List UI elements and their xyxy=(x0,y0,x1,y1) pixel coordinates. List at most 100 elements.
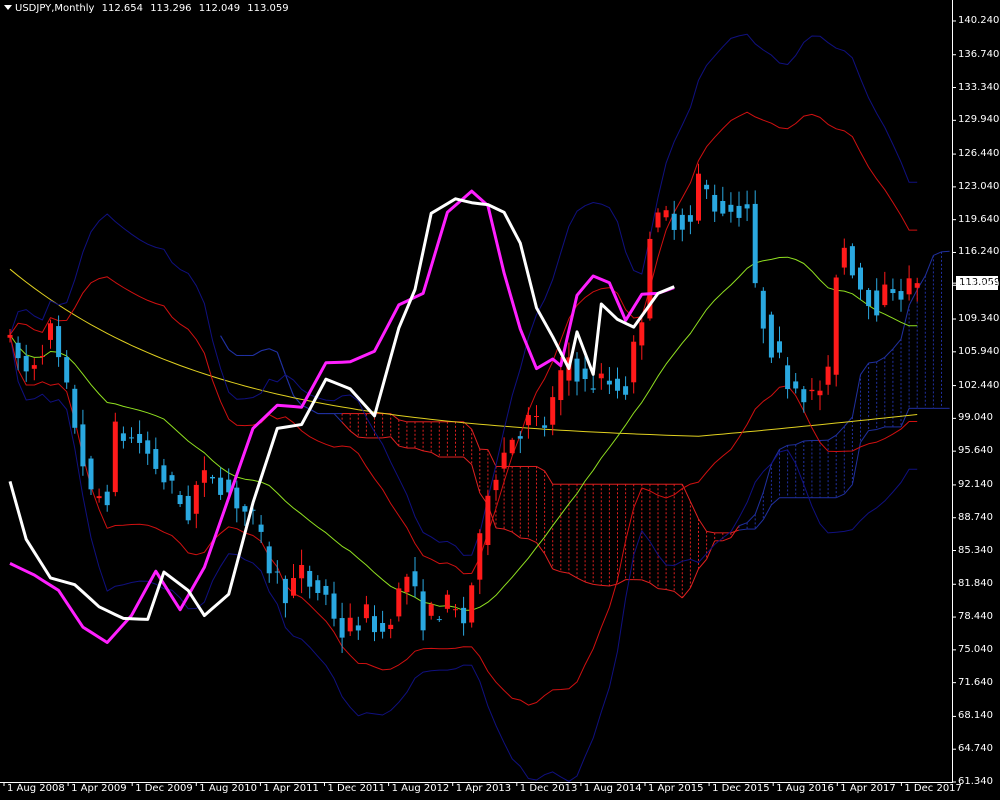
cloud-span-b xyxy=(754,519,764,530)
candle-body xyxy=(858,267,863,290)
cloud-span-b xyxy=(536,466,545,472)
y-tick-label: 119.640 xyxy=(958,213,1000,225)
cloud-span-a xyxy=(463,456,473,465)
y-tick-label: 78.440 xyxy=(958,611,993,623)
y-tick-label: 109.340 xyxy=(958,313,1000,325)
cloud-span-a xyxy=(835,426,845,436)
candle-body xyxy=(598,373,604,379)
cloud-span-a xyxy=(941,250,950,253)
candle-body xyxy=(266,546,272,574)
cloud-span-a xyxy=(673,590,683,599)
band-outer-lower xyxy=(9,334,918,782)
cloud-span-b xyxy=(689,501,699,520)
cloud-span-a xyxy=(746,513,756,524)
cloud-span-b xyxy=(698,518,708,532)
ohlc-open: 112.654 xyxy=(101,3,143,14)
x-tick-label: 1 Aug 2008 xyxy=(7,783,65,794)
candle-body xyxy=(712,194,718,212)
price-chart[interactable] xyxy=(0,0,1000,800)
candle-body xyxy=(242,506,248,512)
cloud-span-a xyxy=(851,374,861,418)
cloud-span-a xyxy=(795,440,805,446)
candle-body xyxy=(299,564,305,579)
candle-body xyxy=(517,436,523,439)
slow-moving-average xyxy=(9,268,918,437)
cloud-span-a xyxy=(544,553,554,570)
x-tick-label: 1 Apr 2009 xyxy=(71,783,127,794)
candle-body xyxy=(234,487,240,509)
candle-body xyxy=(655,212,661,228)
candle-body xyxy=(444,594,450,609)
candle-body xyxy=(623,386,629,395)
candle-body xyxy=(31,365,37,369)
cloud-span-b xyxy=(835,493,845,499)
candle-body xyxy=(177,495,183,505)
y-tick-label: 64.740 xyxy=(958,743,993,755)
candlesticks xyxy=(7,163,920,653)
candle-body xyxy=(153,449,159,469)
cloud-span-a xyxy=(892,338,902,350)
candle-body xyxy=(15,342,21,359)
candle-body xyxy=(777,341,782,353)
chart-window: USDJPY,Monthly 112.654 113.296 112.049 1… xyxy=(0,0,1000,800)
candle-body xyxy=(809,389,815,392)
dropdown-arrow-icon[interactable] xyxy=(4,5,12,10)
candle-body xyxy=(412,571,418,587)
candle-body xyxy=(744,204,750,209)
candle-body xyxy=(258,524,264,532)
cloud-span-a xyxy=(511,531,521,539)
cloud-span-a xyxy=(414,447,424,452)
candle-body xyxy=(307,570,313,587)
candle-body xyxy=(218,477,224,495)
cloud-span-a xyxy=(495,527,505,530)
cloud-span-a xyxy=(803,439,812,442)
candle-body xyxy=(525,415,531,426)
cloud-span-a xyxy=(358,436,367,439)
x-tick-label: 1 Dec 2017 xyxy=(904,783,962,794)
candle-body xyxy=(380,623,386,632)
band-inner-lower xyxy=(9,334,918,706)
y-tick-label: 129.940 xyxy=(958,114,1000,126)
cloud-span-b xyxy=(276,352,286,375)
candle-body xyxy=(501,452,507,469)
cloud-span-b xyxy=(269,348,278,353)
y-tick-label: 116.240 xyxy=(958,246,1000,258)
candle-body xyxy=(696,173,701,221)
y-tick-label: 75.040 xyxy=(958,643,993,655)
candle-body xyxy=(201,470,207,483)
cloud-span-a xyxy=(536,542,546,554)
candle-body xyxy=(606,380,612,385)
candle-body xyxy=(874,290,880,316)
magenta-indicator-line xyxy=(9,189,675,644)
candle-body xyxy=(485,495,491,546)
cloud-span-a xyxy=(641,579,651,584)
candle-body xyxy=(388,624,394,630)
y-tick-label: 126.440 xyxy=(958,148,1000,160)
x-tick-label: 1 Aug 2012 xyxy=(391,783,450,794)
cloud-span-a xyxy=(617,579,626,585)
x-tick-label: 1 Dec 2009 xyxy=(135,783,193,794)
candle-body xyxy=(323,585,329,595)
cloud-span-b xyxy=(762,504,772,520)
y-tick-label: 99.040 xyxy=(958,412,993,424)
candle-body xyxy=(129,437,134,439)
cloud-span-a xyxy=(787,444,796,446)
candle-body xyxy=(291,578,296,596)
ohlc-close: 113.059 xyxy=(247,3,289,14)
cloud-span-b xyxy=(738,528,748,531)
cloud-span-b xyxy=(260,348,270,352)
candle-body xyxy=(453,609,458,611)
candle-body xyxy=(436,619,442,621)
chart-header[interactable]: USDJPY,Monthly 112.654 113.296 112.049 1… xyxy=(4,3,293,15)
candle-body xyxy=(477,533,483,580)
candle-body xyxy=(671,213,677,230)
candle-body xyxy=(509,439,515,454)
candle-body xyxy=(590,388,596,390)
x-tick-label: 1 Apr 2011 xyxy=(263,783,319,794)
cloud-span-a xyxy=(349,430,359,438)
candle-body xyxy=(469,585,475,623)
candle-body xyxy=(833,277,839,375)
y-tick-label: 81.840 xyxy=(958,578,993,590)
cloud-span-a xyxy=(649,582,659,590)
cloud-span-a xyxy=(382,436,391,439)
